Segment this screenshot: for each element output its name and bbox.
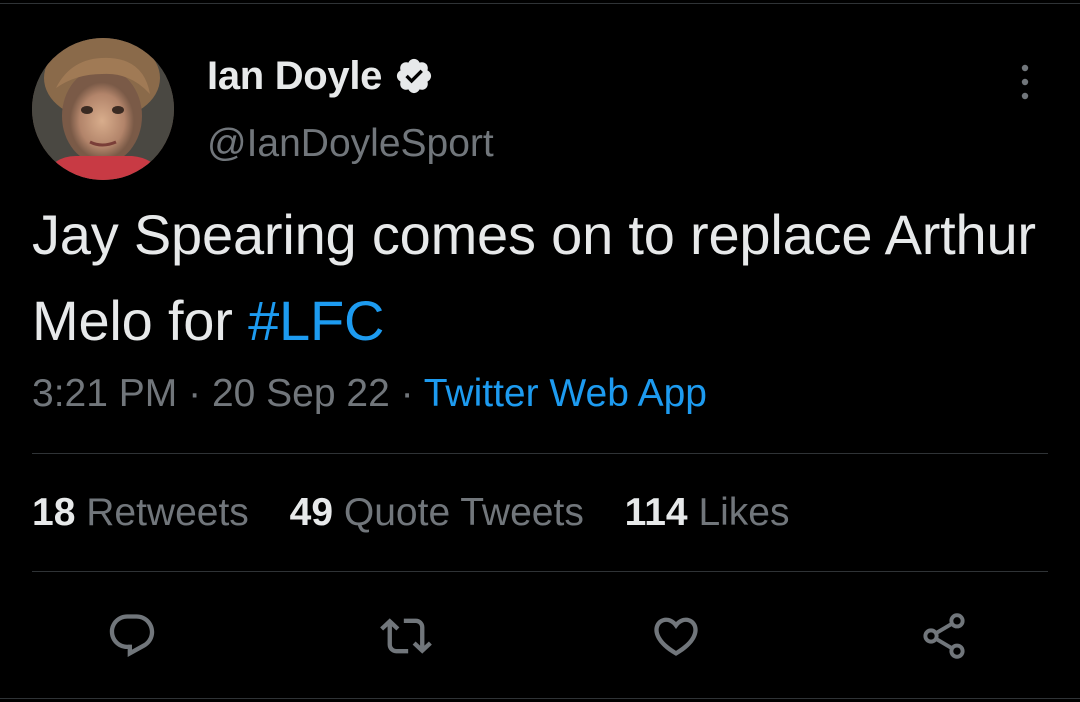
tweet-meta: 3:21 PM · 20 Sep 22 · Twitter Web App [32, 368, 707, 420]
quote-tweets-count: 49 [289, 491, 334, 534]
tweet-time[interactable]: 3:21 PM [32, 372, 177, 415]
like-button[interactable] [648, 608, 704, 664]
verified-badge-icon [394, 56, 434, 96]
reply-button[interactable] [104, 608, 160, 664]
retweets-label: Retweets [86, 491, 249, 534]
avatar[interactable] [32, 38, 174, 180]
likes-label: Likes [698, 491, 790, 534]
retweet-icon [380, 618, 432, 654]
share-button[interactable] [916, 608, 972, 664]
author-name-row[interactable]: Ian Doyle [207, 52, 434, 100]
meta-separator: · [188, 372, 202, 415]
share-icon [923, 613, 965, 659]
more-options-icon[interactable] [1010, 62, 1040, 102]
tweet-stats: 18 Retweets 49 Quote Tweets 114 Likes [32, 487, 819, 539]
tweet-source-link[interactable]: Twitter Web App [424, 372, 707, 415]
retweets-count: 18 [32, 491, 76, 534]
tweet-text: Jay Spearing comes on to replace Arthur … [32, 192, 1052, 364]
quote-tweets-label: Quote Tweets [343, 491, 584, 534]
retweet-button[interactable] [378, 608, 434, 664]
avatar-photo [32, 38, 174, 180]
top-border [0, 3, 1080, 4]
hashtag-link[interactable]: #LFC [248, 289, 384, 352]
author-handle[interactable]: @IanDoyleSport [207, 120, 494, 168]
likes-count: 114 [624, 491, 688, 534]
display-name[interactable]: Ian Doyle [207, 52, 382, 100]
reply-icon [109, 614, 155, 658]
likes-stat[interactable]: 114 Likes [625, 491, 790, 534]
tweet-body: Jay Spearing comes on to replace Arthur … [32, 203, 1036, 352]
tweet-date[interactable]: 20 Sep 22 [212, 372, 390, 415]
bottom-border [0, 698, 1080, 699]
meta-separator-2: · [400, 372, 414, 415]
quote-tweets-stat[interactable]: 49 Quote Tweets [290, 491, 584, 534]
divider-top [32, 453, 1048, 454]
divider-bottom [32, 571, 1048, 572]
retweets-stat[interactable]: 18 Retweets [32, 491, 249, 534]
like-icon [654, 617, 698, 656]
